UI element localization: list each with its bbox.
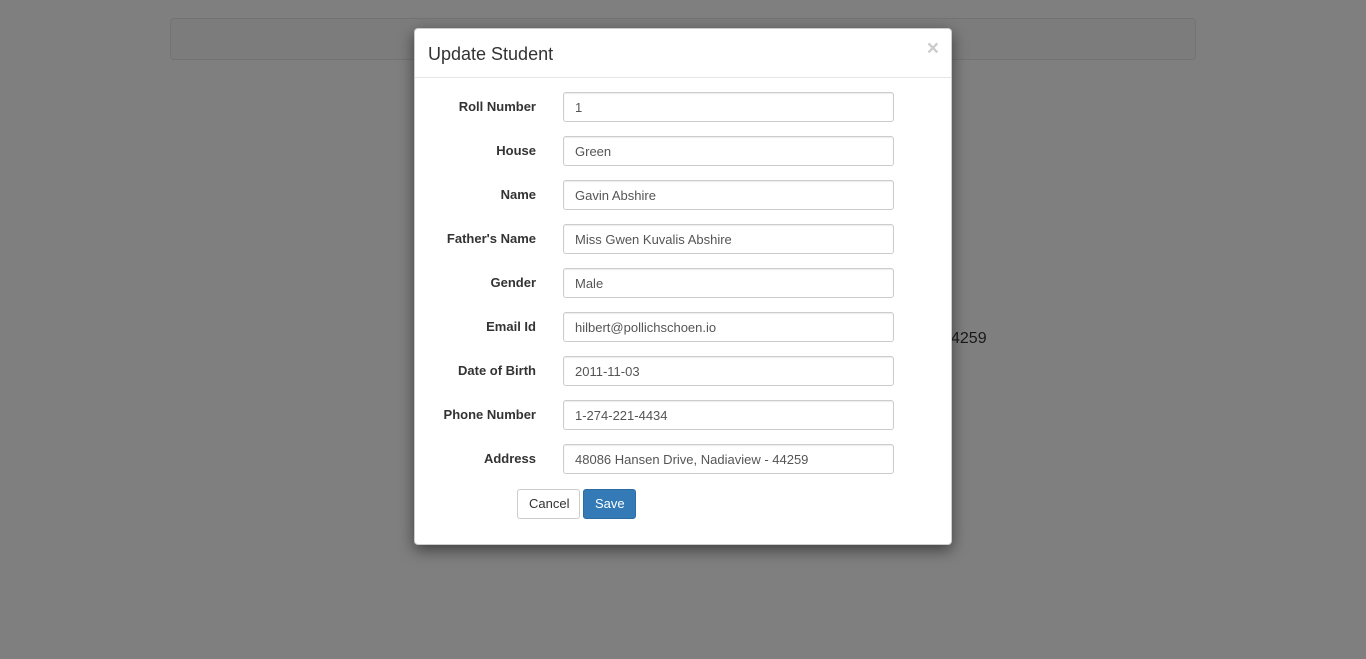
gender-label: Gender xyxy=(490,275,536,290)
phone-number-input[interactable] xyxy=(563,400,894,430)
form-row-address: Address xyxy=(415,444,951,474)
update-student-modal: Update Student × Roll Number House Name … xyxy=(414,28,952,545)
roll-number-label: Roll Number xyxy=(458,99,536,114)
fathers-name-input[interactable] xyxy=(563,224,894,254)
phone-number-label: Phone Number xyxy=(443,407,536,422)
house-label: House xyxy=(496,143,536,158)
form-row-email: Email Id xyxy=(415,312,951,342)
form-row-roll-number: Roll Number xyxy=(415,92,951,122)
gender-input[interactable] xyxy=(563,268,894,298)
form-row-gender: Gender xyxy=(415,268,951,298)
date-of-birth-label: Date of Birth xyxy=(458,363,536,378)
form-row-house: House xyxy=(415,136,951,166)
modal-header: Update Student × xyxy=(415,29,951,78)
form-row-date-of-birth: Date of Birth xyxy=(415,356,951,386)
date-of-birth-input[interactable] xyxy=(563,356,894,386)
save-button[interactable]: Save xyxy=(583,489,636,519)
address-label: Address xyxy=(483,451,536,466)
roll-number-input[interactable] xyxy=(563,92,894,122)
name-input[interactable] xyxy=(563,180,894,210)
form-row-phone-number: Phone Number xyxy=(415,400,951,430)
modal-title: Update Student xyxy=(428,44,554,64)
close-icon[interactable]: × xyxy=(927,38,939,59)
cancel-button[interactable]: Cancel xyxy=(517,489,580,519)
fathers-name-label: Father's Name xyxy=(446,231,536,246)
email-input[interactable] xyxy=(563,312,894,342)
house-input[interactable] xyxy=(563,136,894,166)
address-input[interactable] xyxy=(563,444,894,474)
name-label: Name xyxy=(500,187,536,202)
form-row-name: Name xyxy=(415,180,951,210)
email-label: Email Id xyxy=(486,319,536,334)
form-row-fathers-name: Father's Name xyxy=(415,224,951,254)
page: 4259 Update Student × Roll Number House … xyxy=(0,0,1366,659)
